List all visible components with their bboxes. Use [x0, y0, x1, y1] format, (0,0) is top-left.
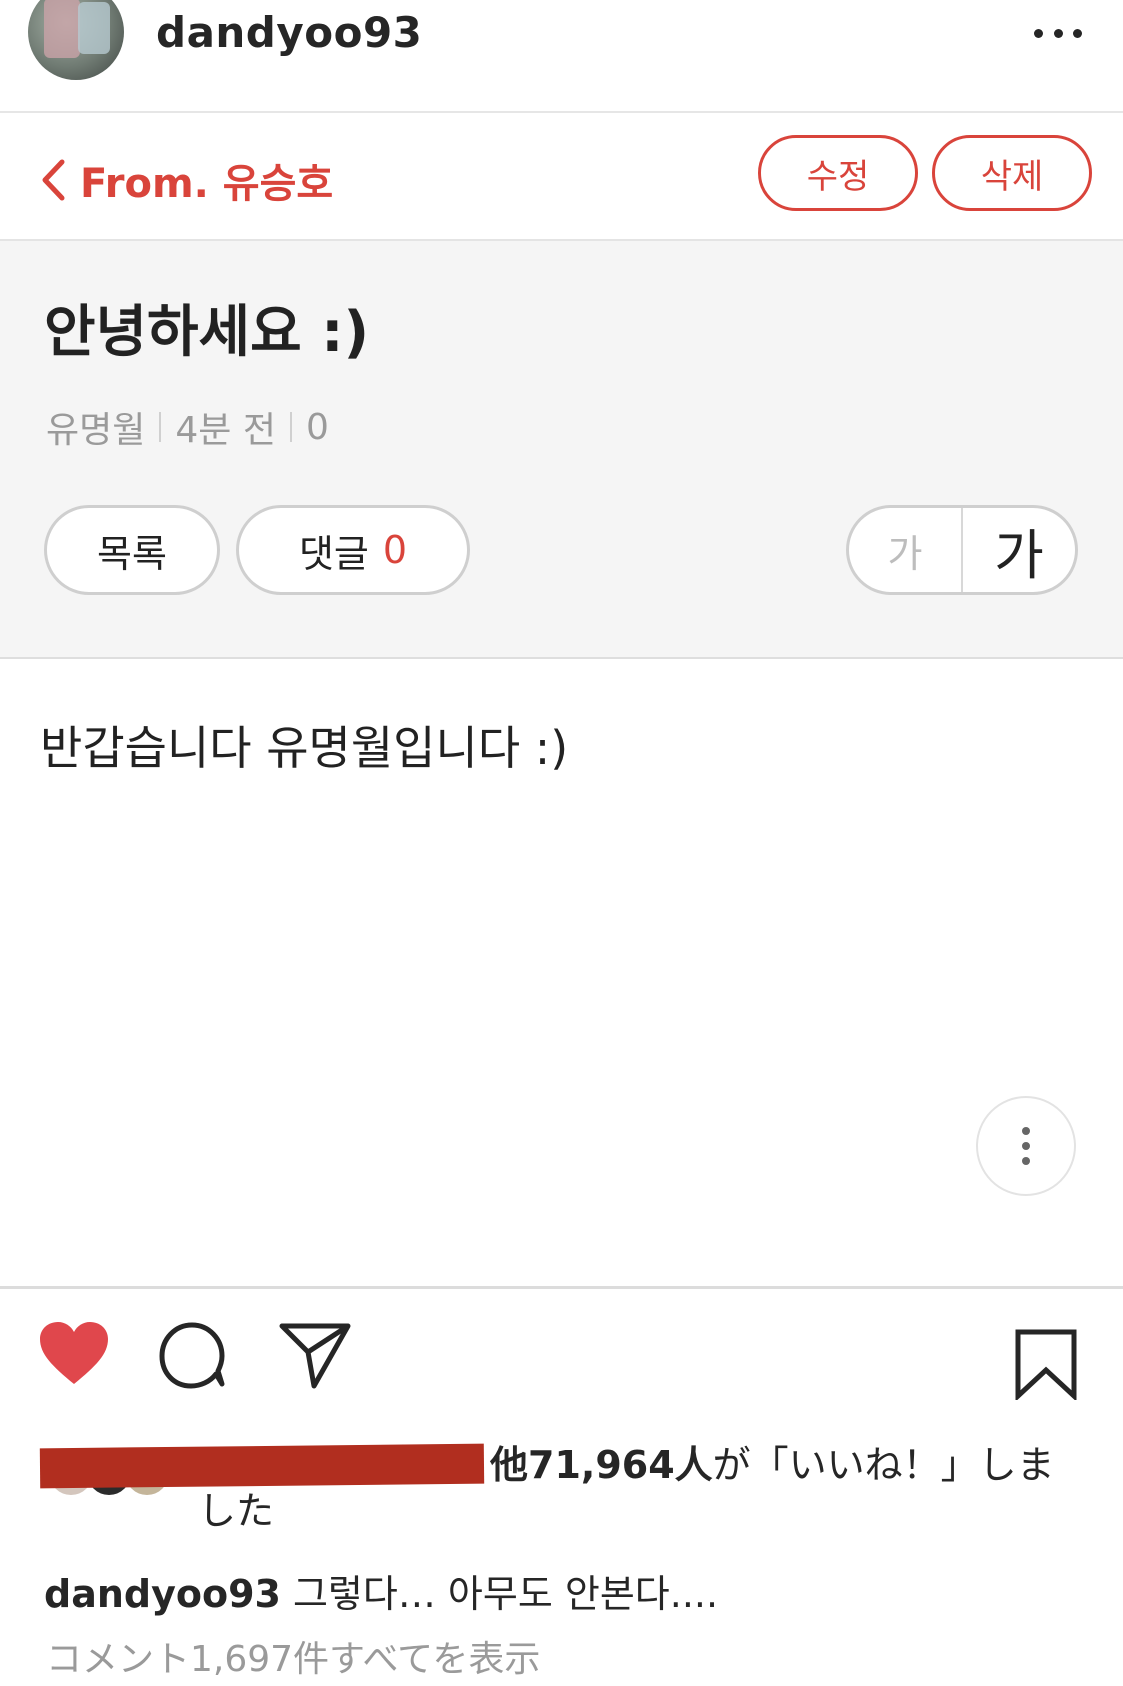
avatar-image-detail [44, 0, 80, 58]
comment-button[interactable]: 댓글 0 [236, 505, 470, 595]
post-meta: 유명월 4분 전 0 [46, 401, 329, 453]
avatar[interactable] [28, 0, 124, 80]
meta-divider [289, 412, 292, 442]
more-vertical-icon[interactable] [976, 1096, 1076, 1196]
post-heading: 안녕하세요 :) 유명월 4분 전 0 목록 댓글 0 가 가 [0, 241, 1123, 659]
post-topbar: From. 유승호 수정 삭제 [0, 113, 1123, 241]
font-size-small-button[interactable]: 가 [849, 508, 963, 592]
comment-button-label: 댓글 [298, 531, 369, 576]
action-bar [0, 1320, 1123, 1420]
send-icon[interactable] [278, 1320, 352, 1390]
view-all-comments-link[interactable]: コメント1,697件すべてを表示 [46, 1630, 540, 1682]
post-body: 반갑습니다 유명월입니다 :) [40, 721, 569, 775]
delete-button[interactable]: 삭제 [932, 135, 1092, 211]
post-author[interactable]: 유명월 [46, 401, 145, 453]
avatar-image-detail [78, 2, 110, 54]
post-view-count: 0 [305, 406, 329, 448]
post-time: 4분 전 [175, 410, 276, 451]
instagram-post-header: dandyoo93 [0, 0, 1123, 113]
likes-tail-continued: した [198, 1489, 275, 1533]
post-title: 안녕하세요 :) [44, 300, 370, 365]
back-link[interactable]: From. 유승호 [40, 151, 333, 209]
caption: dandyoo93 그렇다… 아무도 안본다.... [44, 1563, 718, 1618]
meta-divider [159, 412, 162, 442]
font-size-large-button[interactable]: 가 [963, 508, 1075, 592]
chevron-left-icon [42, 159, 65, 201]
likes-text: 他71,964人が「いいね！」しま [490, 1440, 1090, 1490]
caption-text: 그렇다… 아무도 안본다.... [292, 1572, 719, 1616]
more-horizontal-icon[interactable] [1034, 24, 1082, 42]
bookmark-icon[interactable] [1014, 1328, 1078, 1400]
back-link-label: From. 유승호 [80, 161, 334, 207]
heart-filled-icon[interactable] [38, 1320, 110, 1386]
likes-tail: が「いいね！」しま [712, 1443, 1055, 1487]
caption-username[interactable]: dandyoo93 [44, 1572, 281, 1616]
edit-button[interactable]: 수정 [758, 135, 918, 211]
font-size-toggle: 가 가 [846, 505, 1078, 595]
comment-count: 0 [382, 528, 408, 572]
list-button[interactable]: 목록 [44, 505, 220, 595]
comment-icon[interactable] [158, 1320, 228, 1390]
post-username[interactable]: dandyoo93 [156, 8, 422, 57]
divider [0, 1286, 1123, 1289]
likes-count: 他71,964人 [490, 1443, 713, 1487]
